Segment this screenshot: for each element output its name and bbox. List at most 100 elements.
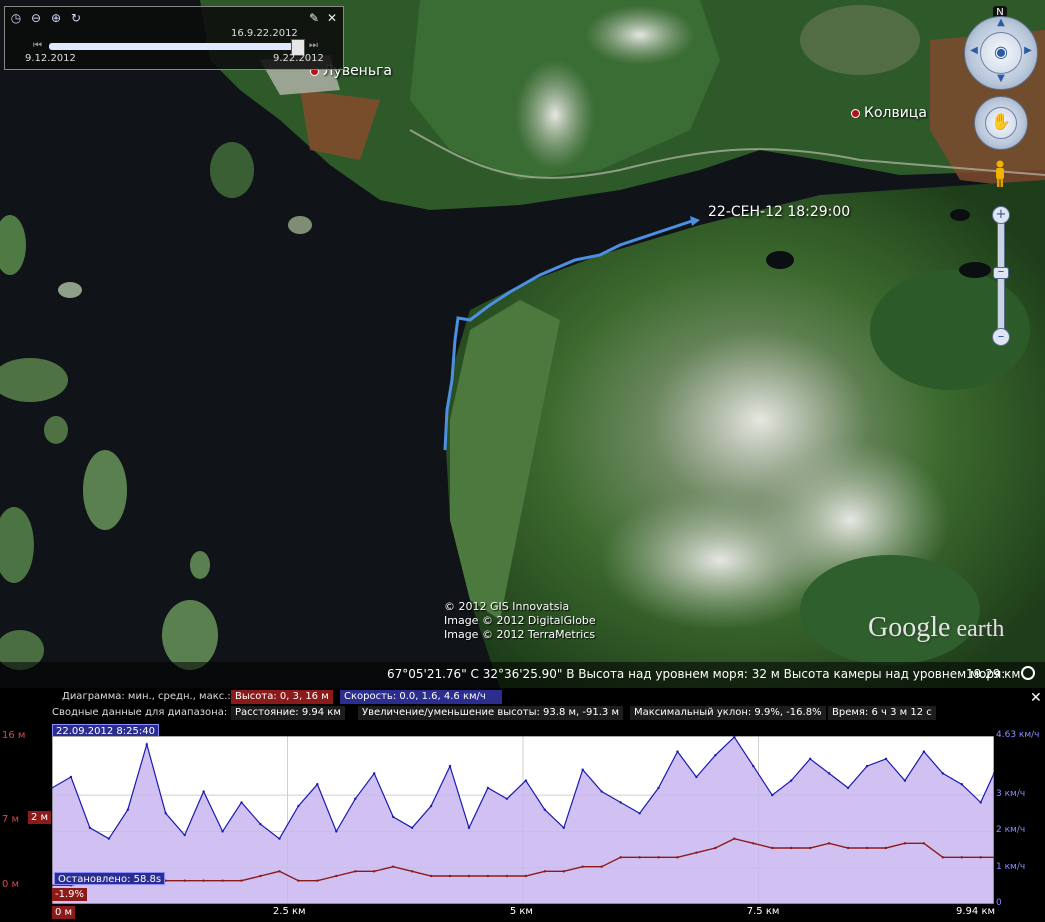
speed-point xyxy=(145,743,148,746)
height-point xyxy=(335,874,338,878)
time-slider-range xyxy=(49,43,293,50)
zoom-in-icon[interactable]: + xyxy=(992,206,1010,224)
speed-point xyxy=(638,812,641,815)
y-tick-right: 4.63 км/ч xyxy=(996,730,1040,740)
step-forward-icon[interactable]: ⏭ xyxy=(309,40,318,51)
speed-point xyxy=(865,764,869,768)
height-point xyxy=(581,865,584,868)
step-back-icon[interactable]: ⏮ xyxy=(33,40,42,51)
arrow-left-icon[interactable]: ◀ xyxy=(966,45,982,56)
speed-point xyxy=(278,837,281,840)
speed-point xyxy=(884,757,888,761)
coordinates-readout: 67°05'21.76" С 32°36'25.90" В Высота над… xyxy=(387,667,1006,681)
clock-icon[interactable]: ◷ xyxy=(9,11,23,25)
speed-point xyxy=(467,826,471,830)
height-point xyxy=(808,846,812,850)
zoom-out-time-icon[interactable]: ⊖ xyxy=(29,11,43,25)
height-point xyxy=(486,874,490,878)
arrow-right-icon[interactable]: ▶ xyxy=(1020,45,1036,56)
pegman-icon[interactable] xyxy=(994,160,1006,188)
height-point xyxy=(373,870,376,873)
height-point xyxy=(714,846,717,850)
height-point xyxy=(903,842,907,845)
speed-point xyxy=(410,826,414,830)
speed-point xyxy=(391,815,395,819)
settings-wrench-icon[interactable]: ✎ xyxy=(307,11,321,25)
current-time: 16.9.22.2012 xyxy=(231,28,298,39)
map-view[interactable]: Лувеньга Колвица 22-СЕН-12 18:29:00 © 20… xyxy=(0,0,1045,688)
speed-point xyxy=(752,764,755,768)
speed-point xyxy=(714,754,717,757)
height-point xyxy=(941,856,945,859)
move-ring[interactable]: ✋ xyxy=(974,96,1028,150)
look-ring[interactable]: ◉ ▲ ▼ ◀ ▶ xyxy=(964,16,1038,90)
speed-point xyxy=(259,822,262,826)
height-point xyxy=(619,856,622,859)
speed-stat[interactable]: Скорость: 0.0, 1.6, 4.6 км/ч xyxy=(340,690,502,704)
profile-stats-row: Диаграмма: мин., средн., макс.: Высота: … xyxy=(0,690,1045,705)
speed-point xyxy=(164,812,167,815)
speed-point xyxy=(903,779,907,782)
speed-point xyxy=(240,801,243,804)
height-point xyxy=(827,842,831,845)
zoom-out-icon[interactable]: – xyxy=(992,328,1010,346)
speed-point xyxy=(960,783,963,786)
distance-stat: Расстояние: 9.94 км xyxy=(231,706,345,720)
height-point xyxy=(429,874,433,878)
place-kolvitsa[interactable]: Колвица xyxy=(851,105,927,121)
speed-point xyxy=(979,801,982,804)
arrow-up-icon[interactable]: ▲ xyxy=(993,17,1009,28)
speed-point xyxy=(808,757,812,761)
profile-chart[interactable] xyxy=(50,735,996,905)
height-point xyxy=(202,879,205,882)
y-tick-right: 3 км/ч xyxy=(996,789,1026,800)
height-point xyxy=(922,842,926,845)
time-stat: Время: 6 ч 3 м 12 с xyxy=(828,706,936,720)
height-point xyxy=(240,879,243,882)
zoom-slider-thumb[interactable]: – xyxy=(993,265,1009,279)
height-point xyxy=(391,865,395,868)
speed-point xyxy=(316,783,319,786)
x-tick: 5 км xyxy=(509,906,533,917)
speed-point xyxy=(448,764,452,768)
speed-point xyxy=(524,779,528,782)
time-slider-track[interactable] xyxy=(49,43,303,50)
height-point xyxy=(676,856,679,859)
height-point xyxy=(183,879,186,882)
y-tick-right: 1 км/ч xyxy=(996,861,1026,872)
height-point xyxy=(278,870,281,873)
profile-summary-row: Сводные данные для диапазона: Расстояние… xyxy=(0,706,1045,721)
height-point xyxy=(733,837,736,840)
height-point xyxy=(221,879,224,882)
height-stat[interactable]: Высота: 0, 3, 16 м xyxy=(231,690,333,704)
speed-point xyxy=(600,790,603,793)
speed-point xyxy=(88,826,92,830)
height-point xyxy=(448,874,452,878)
speed-point xyxy=(505,797,509,800)
y-tick-left: 16 м xyxy=(2,730,26,741)
zoom-in-time-icon[interactable]: ⊕ xyxy=(49,11,63,25)
height-point xyxy=(259,874,262,878)
place-marker-icon xyxy=(851,108,860,118)
x-tick: 9.94 км xyxy=(956,906,996,917)
play-icon[interactable]: ↻ xyxy=(69,11,83,25)
speed-point xyxy=(676,750,679,753)
height-point xyxy=(884,846,888,850)
height-point xyxy=(865,846,869,850)
height-point xyxy=(410,870,414,873)
speed-point xyxy=(335,830,338,833)
eye-altitude: 19.29 км xyxy=(966,667,1021,681)
speed-point xyxy=(562,826,565,830)
height-point xyxy=(600,865,603,868)
height-point xyxy=(771,846,774,850)
height-point xyxy=(543,870,546,873)
move-ring-hand-icon: ✋ xyxy=(991,112,1011,131)
elevation-gain-stat: Увеличение/уменьшение высоты: 93.8 м, -9… xyxy=(358,706,623,720)
speed-point xyxy=(297,804,300,808)
speed-point xyxy=(543,808,546,811)
speed-point xyxy=(429,804,433,808)
height-point xyxy=(960,856,963,859)
arrow-down-icon[interactable]: ▼ xyxy=(993,73,1009,84)
speed-point xyxy=(486,786,490,790)
close-icon[interactable]: ✕ xyxy=(325,11,339,25)
